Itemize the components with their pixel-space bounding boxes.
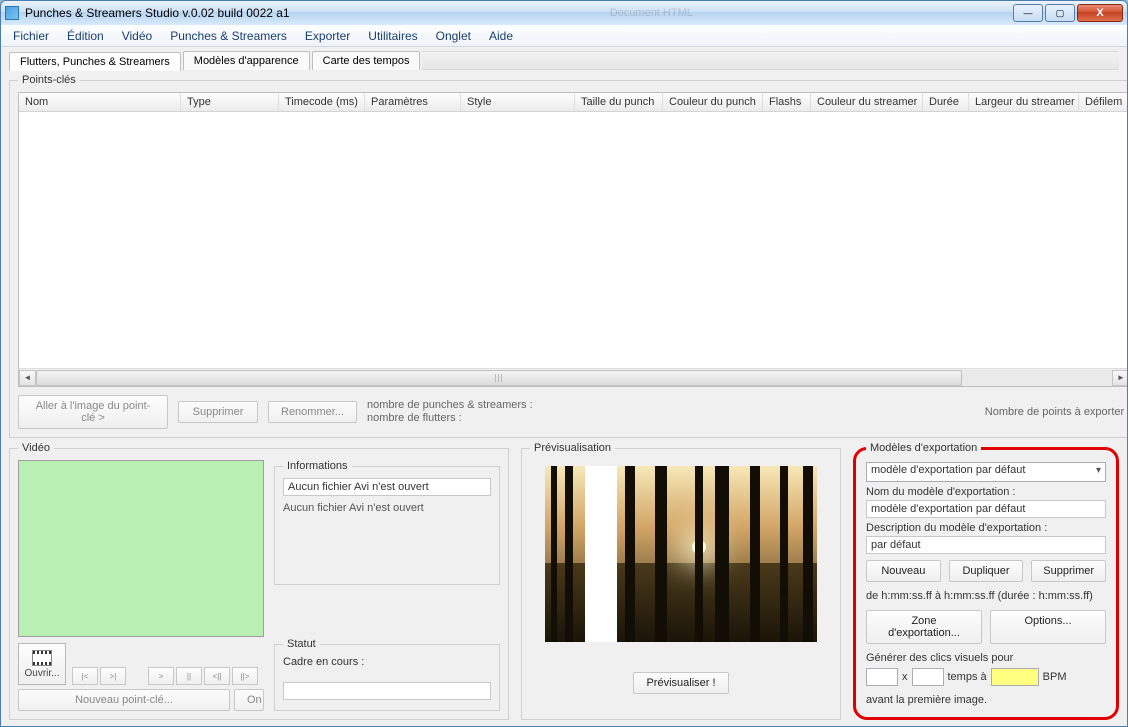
preview-legend: Prévisualisation: [530, 442, 615, 454]
maximize-button[interactable]: ▢: [1045, 4, 1075, 22]
clicks-count-1[interactable]: [866, 668, 898, 686]
nav-first-button[interactable]: |<: [72, 667, 98, 685]
col-largeur-streamer[interactable]: Largeur du streamer: [969, 93, 1079, 111]
video-status-group: Statut Cadre en cours :: [274, 638, 500, 711]
export-duplicate-button[interactable]: Dupliquer: [949, 560, 1024, 582]
delete-keypoint-button[interactable]: Supprimer: [178, 401, 258, 423]
keypoints-group: Points-clés Nom Type Timecode (ms) Param…: [9, 74, 1127, 438]
col-type[interactable]: Type: [181, 93, 279, 111]
export-desc-label: Description du modèle d'exportation :: [866, 522, 1106, 534]
on-button[interactable]: On: [234, 689, 264, 711]
goto-keyframe-button[interactable]: Aller à l'image du point-clé >: [18, 395, 168, 429]
export-name-label: Nom du modèle d'exportation :: [866, 486, 1106, 498]
open-video-button[interactable]: Ouvrir...: [18, 643, 66, 685]
col-couleur-punch[interactable]: Couleur du punch: [663, 93, 763, 111]
menu-video[interactable]: Vidéo: [114, 27, 160, 45]
table-header: Nom Type Timecode (ms) Paramètres Style …: [19, 93, 1127, 112]
export-delete-button[interactable]: Supprimer: [1031, 560, 1106, 582]
info-text: Aucun fichier Avi n'est ouvert: [283, 502, 491, 514]
info-field[interactable]: [283, 478, 491, 496]
rename-keypoint-button[interactable]: Renommer...: [268, 401, 357, 423]
count-flutters-label: nombre de flutters :: [367, 412, 533, 425]
menu-onglet[interactable]: Onglet: [428, 27, 479, 45]
scroll-right-icon[interactable]: ►: [1112, 370, 1127, 386]
table-body[interactable]: [19, 112, 1127, 368]
nav-play-button[interactable]: >: [148, 667, 174, 685]
col-couleur-streamer[interactable]: Couleur du streamer: [811, 93, 923, 111]
scroll-left-icon[interactable]: ◄: [19, 370, 36, 386]
nav-pause-button[interactable]: ||: [176, 667, 202, 685]
info-legend: Informations: [283, 460, 352, 472]
export-name-field[interactable]: [866, 500, 1106, 518]
col-flashs[interactable]: Flashs: [763, 93, 811, 111]
export-options-button[interactable]: Options...: [990, 610, 1106, 644]
preview-button[interactable]: Prévisualiser !: [633, 672, 728, 694]
col-style[interactable]: Style: [461, 93, 575, 111]
tab-tempos[interactable]: Carte des tempos: [312, 51, 421, 70]
export-desc-field[interactable]: [866, 536, 1106, 554]
generate-clicks-label: Générer des clics visuels pour: [866, 652, 1106, 664]
nav-stepback-button[interactable]: <||: [204, 667, 230, 685]
col-nom[interactable]: Nom: [19, 93, 181, 111]
scroll-thumb[interactable]: [36, 370, 962, 386]
export-count-label: Nombre de points à exporter :: [985, 406, 1127, 418]
bpm-field[interactable]: [991, 668, 1039, 686]
menubar: Fichier Édition Vidéo Punches & Streamer…: [1, 25, 1127, 47]
col-duree[interactable]: Durée: [923, 93, 969, 111]
col-defilement[interactable]: Défilem: [1079, 93, 1127, 111]
scroll-track[interactable]: [36, 370, 1112, 386]
export-template-select[interactable]: modèle d'exportation par défaut: [866, 462, 1106, 482]
window-title: Punches & Streamers Studio v.0.02 build …: [25, 6, 290, 20]
menu-aide[interactable]: Aide: [481, 27, 521, 45]
streamer-bar: [585, 466, 617, 642]
h-scrollbar[interactable]: ◄ ►: [19, 368, 1127, 386]
nav-stepfwd-button[interactable]: ||>: [232, 667, 258, 685]
video-legend: Vidéo: [18, 442, 54, 454]
status-legend: Statut: [283, 638, 320, 650]
preview-image: [545, 466, 817, 642]
keypoints-table[interactable]: Nom Type Timecode (ms) Paramètres Style …: [18, 92, 1127, 387]
video-canvas[interactable]: [18, 460, 264, 637]
keypoints-legend: Points-clés: [18, 74, 80, 86]
menu-punches[interactable]: Punches & Streamers: [162, 27, 295, 45]
open-label: Ouvrir...: [24, 668, 59, 679]
export-legend: Modèles d'exportation: [866, 442, 981, 454]
export-range-text: de h:mm:ss.ff à h:mm:ss.ff (durée : h:mm…: [866, 590, 1106, 602]
status-field[interactable]: [283, 682, 491, 700]
menu-edition[interactable]: Édition: [59, 27, 112, 45]
tab-apparence[interactable]: Modèles d'apparence: [183, 51, 310, 70]
col-taille-punch[interactable]: Taille du punch: [575, 93, 663, 111]
count-punches-label: nombre de punches & streamers :: [367, 399, 533, 412]
export-new-button[interactable]: Nouveau: [866, 560, 941, 582]
menu-utilitaires[interactable]: Utilitaires: [360, 27, 425, 45]
preview-group: Prévisualisation: [521, 442, 841, 720]
menu-fichier[interactable]: Fichier: [5, 27, 57, 45]
video-info-group: Informations Aucun fichier Avi n'est ouv…: [274, 460, 500, 585]
status-text: Cadre en cours :: [283, 656, 491, 668]
export-templates-group: Modèles d'exportation modèle d'exportati…: [853, 442, 1119, 720]
titlebar[interactable]: Punches & Streamers Studio v.0.02 build …: [1, 1, 1127, 25]
app-icon: [5, 6, 19, 20]
clicks-count-2[interactable]: [912, 668, 944, 686]
menu-exporter[interactable]: Exporter: [297, 27, 358, 45]
close-button[interactable]: X: [1077, 4, 1123, 22]
before-first-image-label: avant la première image.: [866, 694, 1106, 706]
video-group: Vidéo Ouvrir... |< >|: [9, 442, 509, 720]
tab-flutters[interactable]: Flutters, Punches & Streamers: [9, 52, 181, 71]
minimize-button[interactable]: —: [1013, 4, 1043, 22]
tab-strip: Flutters, Punches & Streamers Modèles d'…: [9, 51, 1119, 70]
new-keypoint-button[interactable]: Nouveau point-clé...: [18, 689, 230, 711]
export-zone-button[interactable]: Zone d'exportation...: [866, 610, 982, 644]
background-window-hint: Document HTML: [610, 7, 693, 19]
nav-prev-button[interactable]: >|: [100, 667, 126, 685]
film-icon: [32, 650, 52, 666]
col-timecode[interactable]: Timecode (ms): [279, 93, 365, 111]
col-parametres[interactable]: Paramètres: [365, 93, 461, 111]
